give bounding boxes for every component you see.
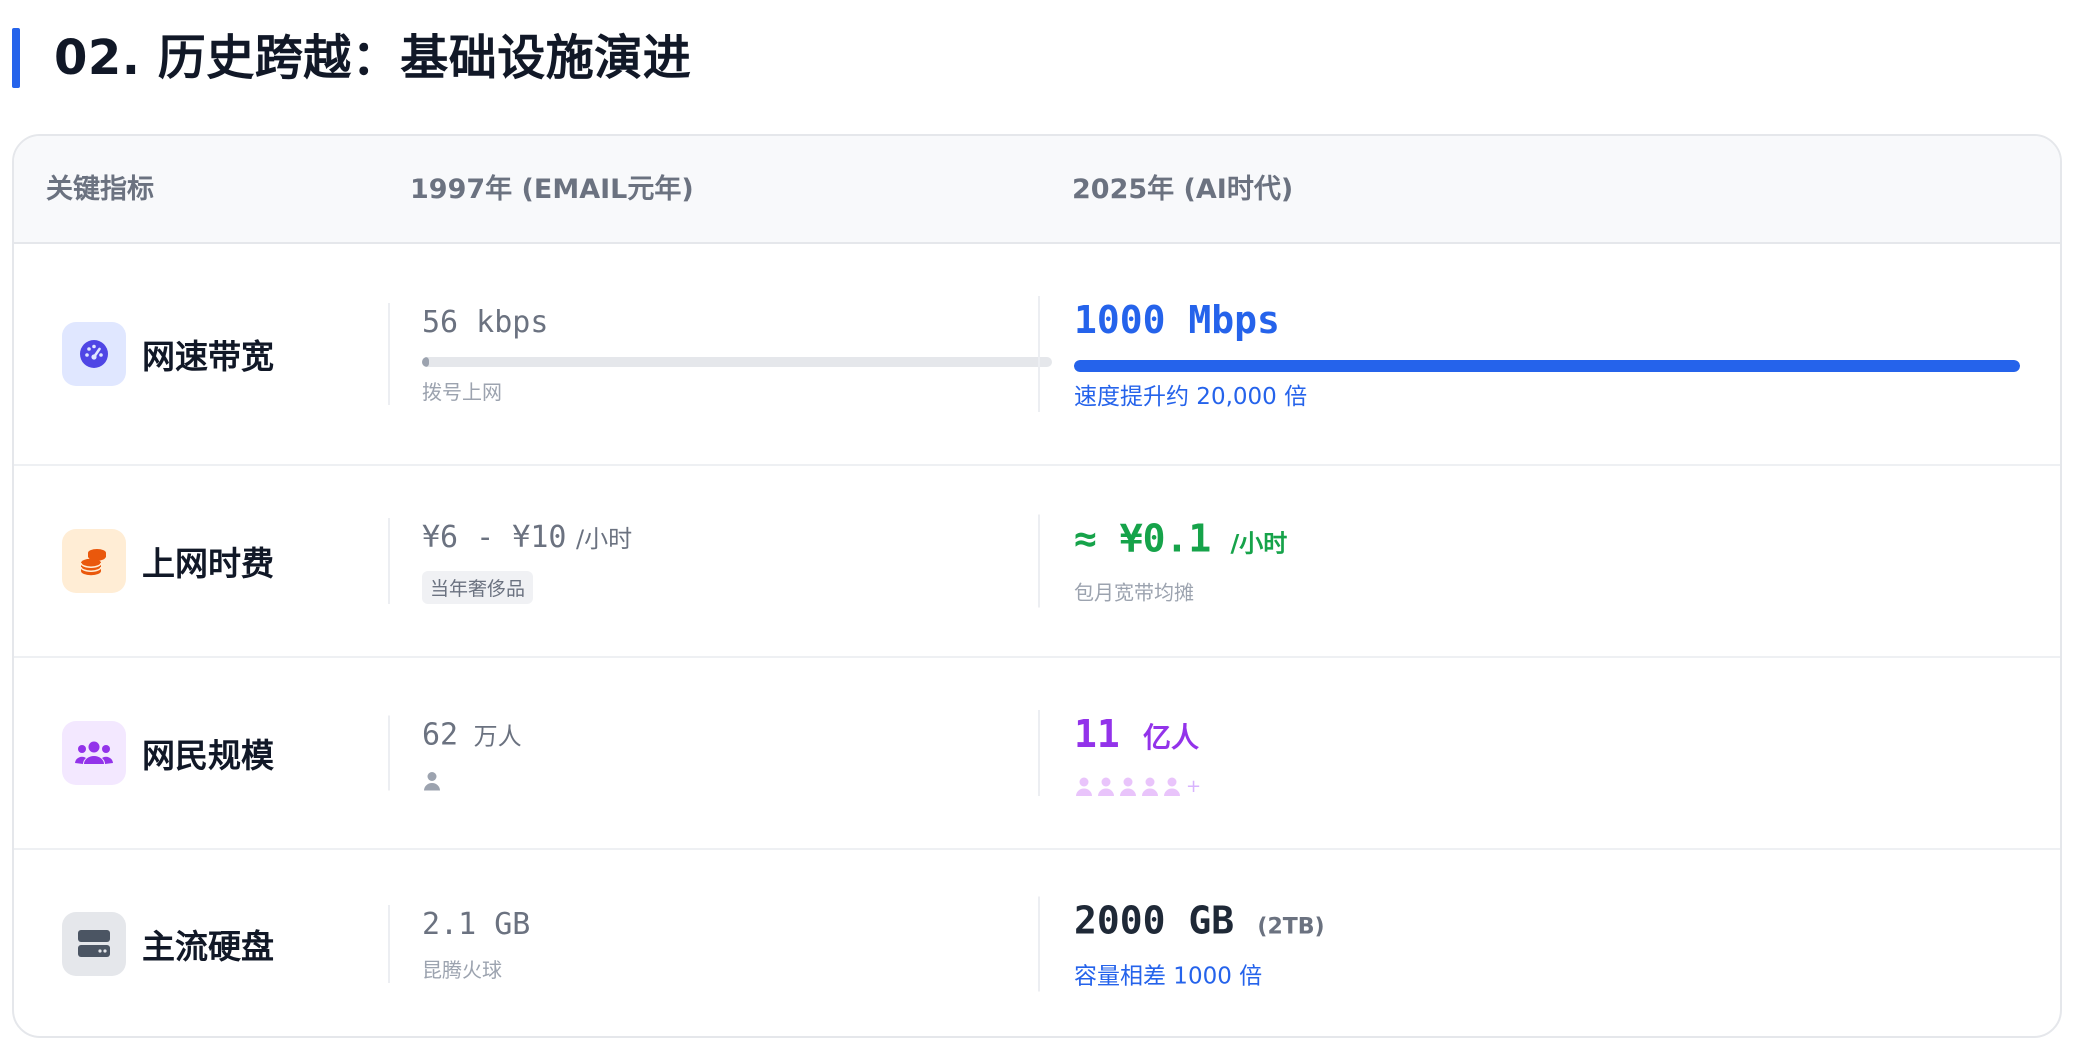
new-people-icons: + — [1074, 772, 2018, 796]
old-note: 拨号上网 — [422, 380, 502, 404]
plus-sign: + — [1186, 776, 1202, 797]
new-unit: (2TB) — [1257, 914, 1325, 940]
person-icon — [424, 772, 440, 791]
header-2025: 2025年 (AI时代) — [1072, 174, 1294, 205]
old-unit: 万人 — [473, 722, 522, 751]
old-value-line: 62 万人 — [422, 716, 1052, 757]
person-icon — [1164, 777, 1180, 796]
new-value: ≈ ¥0.1 — [1074, 516, 1212, 561]
new-cell: 11 亿人 + — [1038, 710, 2018, 796]
hard-drive-icon — [62, 912, 126, 976]
table-row-bandwidth: 网速带宽 56 kbps 拨号上网 1000 Mbps 速度提升约 20,000… — [14, 244, 2060, 466]
new-value-line: 2000 GB (2TB) — [1074, 897, 2018, 952]
header-metric: 关键指标 — [46, 174, 154, 205]
old-progress-fill — [422, 357, 429, 367]
table-header: 关键指标 1997年 (EMAIL元年) 2025年 (AI时代) — [14, 136, 2060, 244]
new-note: 速度提升约 20,000 倍 — [1074, 384, 1308, 410]
old-value: 2.1 GB — [422, 907, 531, 942]
new-note: 包月宽带均摊 — [1074, 580, 1194, 605]
users-icon — [62, 721, 126, 785]
old-value: ¥6 - ¥10 — [422, 520, 567, 555]
old-cell: 56 kbps 拨号上网 — [388, 303, 1052, 405]
table-row-disk: 主流硬盘 2.1 GB 昆腾火球 2000 GB (2TB) 容量相差 1000… — [14, 850, 2060, 1036]
metric-cell: 上网时费 — [62, 529, 274, 593]
new-unit: 亿人 — [1143, 721, 1200, 754]
metric-cell: 主流硬盘 — [62, 912, 274, 976]
new-value: 2000 GB — [1074, 898, 1235, 943]
speedometer-icon — [62, 322, 126, 386]
comparison-table: 关键指标 1997年 (EMAIL元年) 2025年 (AI时代) 网速带宽 5… — [12, 134, 2062, 1038]
person-icon — [1120, 777, 1136, 796]
old-cell: 62 万人 — [388, 715, 1052, 791]
old-unit: /小时 — [576, 525, 633, 553]
new-value: 11 — [1074, 712, 1120, 756]
page-title: 02. 历史跨越：基础设施演进 — [54, 30, 692, 86]
new-progress-bar — [1074, 360, 2020, 372]
luxury-tag: 当年奢侈品 — [422, 571, 534, 604]
new-cell: 2000 GB (2TB) 容量相差 1000 倍 — [1038, 896, 2018, 992]
old-value: 56 kbps — [422, 305, 549, 340]
new-value-line: 11 亿人 — [1074, 710, 2018, 762]
metric-label: 主流硬盘 — [142, 927, 274, 966]
old-progress-bar — [422, 357, 1052, 367]
new-cell: 1000 Mbps 速度提升约 20,000 倍 — [1038, 296, 2020, 412]
old-note: 昆腾火球 — [422, 958, 502, 982]
header-1997: 1997年 (EMAIL元年) — [410, 174, 694, 205]
person-icon — [1142, 777, 1158, 796]
table-row-users: 网民规模 62 万人 11 亿人 + — [14, 658, 2060, 850]
table-row-cost: 上网时费 ¥6 - ¥10 /小时 当年奢侈品 ≈ ¥0.1 /小时 包月宽带均… — [14, 466, 2060, 658]
new-note: 容量相差 1000 倍 — [1074, 963, 1263, 990]
new-unit: /小时 — [1230, 529, 1288, 558]
old-cell: ¥6 - ¥10 /小时 当年奢侈品 — [388, 518, 1052, 604]
coins-icon — [62, 529, 126, 593]
metric-label: 上网时费 — [142, 544, 274, 583]
old-value-line: ¥6 - ¥10 /小时 — [422, 518, 1052, 559]
page-title-wrap: 02. 历史跨越：基础设施演进 — [12, 28, 691, 88]
person-icon — [1076, 777, 1092, 796]
new-value-line: ≈ ¥0.1 /小时 — [1074, 515, 2018, 568]
metric-cell: 网民规模 — [62, 721, 274, 785]
metric-label: 网速带宽 — [142, 337, 274, 376]
old-people-icons — [422, 767, 1052, 791]
new-cell: ≈ ¥0.1 /小时 包月宽带均摊 — [1038, 514, 2018, 608]
new-value: 1000 Mbps — [1074, 298, 1280, 342]
new-progress-fill — [1074, 360, 2020, 372]
old-value: 62 — [422, 717, 459, 753]
person-icon — [1098, 777, 1114, 796]
metric-label: 网民规模 — [142, 736, 274, 775]
title-accent-bar — [12, 28, 20, 88]
metric-cell: 网速带宽 — [62, 322, 274, 386]
old-cell: 2.1 GB 昆腾火球 — [388, 905, 1052, 983]
